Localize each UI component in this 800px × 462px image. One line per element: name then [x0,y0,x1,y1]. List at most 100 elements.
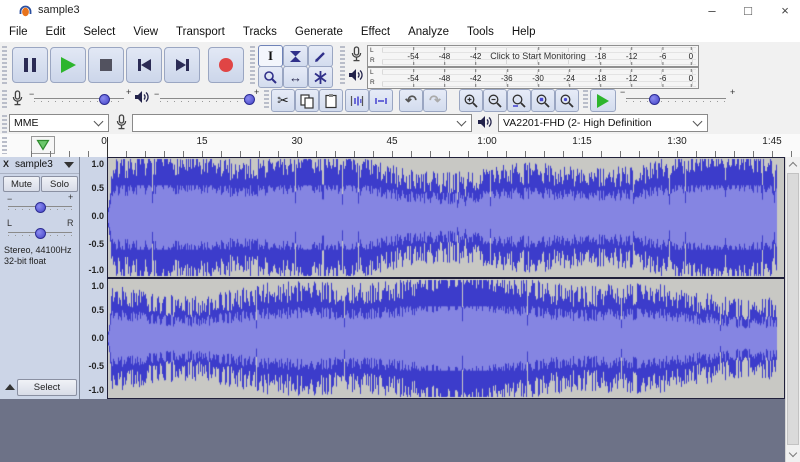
playback-meter[interactable]: L R -54 -48 -42 -36 -30 -24 -18 -12 -6 0 [367,67,699,89]
playback-device-select[interactable]: VA2201-FHD (2- High Definition [498,114,708,132]
record-volume-slider[interactable] [34,92,124,106]
edit-toolbar-grip[interactable] [264,90,269,110]
scale-ch2-05: 0.5 [91,305,104,315]
stop-button[interactable] [88,47,124,83]
solo-button[interactable]: Solo [41,176,78,192]
zoom-out-button[interactable] [483,89,507,112]
menu-tracks[interactable]: Tracks [234,24,286,40]
pause-button[interactable] [12,47,48,83]
redo-button[interactable]: ↷ [423,89,447,112]
scale-ch2-m1: -1.0 [88,385,104,395]
maximize-button[interactable]: □ [733,2,763,20]
ruler-label-15: 15 [196,136,207,147]
menu-tools[interactable]: Tools [458,24,503,40]
recording-device-select[interactable] [132,114,472,132]
menu-generate[interactable]: Generate [286,24,352,40]
menu-view[interactable]: View [124,24,167,40]
audio-host-select[interactable]: MME [9,114,109,132]
silence-button[interactable] [369,89,393,112]
cut-button[interactable]: ✂ [271,89,295,112]
close-button[interactable]: × [770,2,800,20]
skip-to-start-icon [138,59,151,71]
scrollbar-thumb[interactable] [787,173,799,445]
meter-toolbar-grip[interactable] [340,46,345,86]
redo-icon: ↷ [429,92,441,109]
zoom-fit-button[interactable] [531,89,555,112]
zoom-in-button[interactable] [459,89,483,112]
waveform-area[interactable] [107,157,785,399]
collapse-track-icon[interactable] [5,384,15,390]
trim-button[interactable] [345,89,369,112]
mixer-toolbar-grip[interactable] [2,90,7,110]
paste-button[interactable] [319,89,343,112]
menu-edit[interactable]: Edit [37,24,75,40]
transport-toolbar-grip[interactable] [2,46,7,86]
microphone-icon [349,46,364,68]
skip-to-start-button[interactable] [126,47,162,83]
zoom-fit-icon [535,93,551,109]
envelope-tool-button[interactable] [283,45,308,67]
play-button[interactable] [50,47,86,83]
zoom-tool-button[interactable] [258,66,283,88]
monitor-text[interactable]: Click to Start Monitoring [490,46,586,66]
scale-ch1-0: 0.0 [91,211,104,221]
device-toolbar-grip[interactable] [2,115,7,133]
pan-slider[interactable] [8,227,72,239]
multi-tool-button[interactable] [308,66,333,88]
selection-tool-button[interactable]: I [258,45,283,67]
track-select-button[interactable]: Select [17,379,77,396]
play-at-speed-grip[interactable] [583,90,588,110]
vertical-scrollbar[interactable] [785,157,800,462]
record-volume-thumb[interactable] [99,94,110,105]
menu-file[interactable]: File [0,24,37,40]
tools-toolbar-grip[interactable] [250,46,255,86]
rec-scale-48: -48 [439,46,451,66]
ruler-label-115: 1:15 [572,136,591,147]
minimize-button[interactable]: – [697,2,727,20]
audacity-logo-icon [18,4,33,23]
ruler-label-145: 1:45 [762,136,781,147]
track-menu-icon[interactable] [64,162,74,168]
copy-button[interactable] [295,89,319,112]
playback-volume-slider[interactable] [160,92,252,106]
star-icon [313,70,328,85]
scroll-down-button[interactable] [786,447,800,462]
scroll-up-button[interactable] [786,157,800,172]
playback-volume-plus: + [254,88,259,97]
chevron-down-icon [457,117,467,127]
rec-scale-18: -18 [595,46,607,66]
play-speed-thumb[interactable] [649,94,660,105]
ruler-label-100: 1:00 [477,136,496,147]
timeline-grip[interactable] [2,137,7,154]
menu-bar: File Edit Select View Transport Tracks G… [0,22,800,43]
recording-meter[interactable]: L R -54 -48 -42 Click to Start Monitorin… [367,45,699,67]
menu-effect[interactable]: Effect [352,24,399,40]
waveform-channel-right[interactable] [108,279,784,398]
timeline-ruler[interactable]: 0 15 30 45 1:00 1:15 1:30 1:45 [0,134,800,158]
playback-volume-icon [134,90,150,110]
title-bar: sample3 – □ × [0,0,800,22]
mute-button[interactable]: Mute [3,176,40,192]
menu-analyze[interactable]: Analyze [399,24,458,40]
track-name[interactable]: sample3 [15,159,53,170]
record-button[interactable] [208,47,244,83]
time-shift-tool-button[interactable]: ↔ [283,66,308,88]
gain-thumb[interactable] [35,202,46,213]
zoom-toggle-button[interactable] [555,89,579,112]
undo-button[interactable]: ↶ [399,89,423,112]
menu-select[interactable]: Select [74,24,124,40]
play-at-speed-button[interactable] [590,89,616,112]
play-speed-slider[interactable] [626,92,726,106]
skip-to-end-button[interactable] [164,47,200,83]
vertical-scale-ruler[interactable]: 1.0 0.5 0.0 -0.5 -1.0 1.0 0.5 0.0 -0.5 -… [80,157,107,399]
gain-slider[interactable] [8,201,72,213]
pan-thumb[interactable] [35,228,46,239]
waveform-channel-left[interactable] [108,158,784,277]
play-scale-0: 0 [689,68,693,88]
scale-ch2-m05: -0.5 [88,361,104,371]
menu-help[interactable]: Help [503,24,545,40]
draw-tool-button[interactable] [308,45,333,67]
menu-transport[interactable]: Transport [167,24,234,40]
zoom-selection-button[interactable] [507,89,531,112]
track-close-button[interactable]: X [3,159,9,169]
